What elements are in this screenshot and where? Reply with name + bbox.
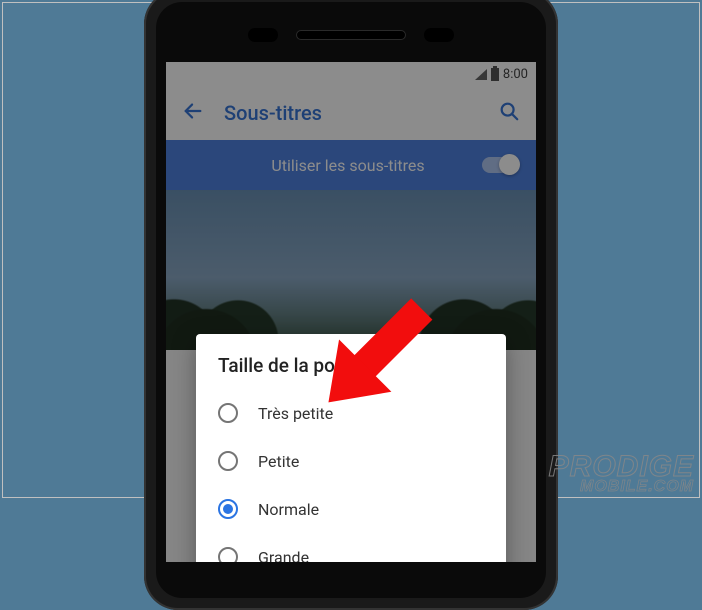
app-bar: Sous-titres	[166, 86, 536, 140]
back-icon[interactable]	[182, 100, 204, 126]
font-size-dialog: Taille de la police Très petite Petite N…	[196, 334, 506, 562]
page-title: Sous-titres	[224, 101, 478, 125]
option-petite[interactable]: Petite	[218, 437, 484, 485]
radio-icon	[218, 403, 238, 423]
use-subtitles-row[interactable]: Utiliser les sous-titres	[166, 140, 536, 190]
use-subtitles-label: Utiliser les sous-titres	[184, 156, 482, 175]
use-subtitles-switch[interactable]	[482, 157, 518, 173]
watermark: PRODIGE MOBILE.COM	[549, 453, 694, 494]
option-label: Petite	[258, 452, 299, 471]
option-label: Normale	[258, 500, 319, 519]
option-label: Très petite	[258, 404, 333, 423]
radio-icon	[218, 451, 238, 471]
radio-icon-selected	[218, 499, 238, 519]
status-time: 8:00	[503, 67, 528, 82]
phone-frame: 8:00 Sous-titres Utiliser les sous-titre…	[144, 0, 558, 610]
signal-icon	[475, 69, 487, 80]
radio-icon	[218, 547, 238, 562]
subtitle-preview	[166, 190, 536, 350]
phone-screen: 8:00 Sous-titres Utiliser les sous-titre…	[166, 62, 536, 562]
search-icon[interactable]	[498, 100, 520, 126]
dialog-title: Taille de la police	[218, 354, 484, 377]
phone-sensors	[162, 8, 540, 62]
option-grande[interactable]: Grande	[218, 533, 484, 562]
option-tres-petite[interactable]: Très petite	[218, 389, 484, 437]
status-bar: 8:00	[166, 62, 536, 86]
option-label: Grande	[258, 548, 309, 563]
option-normale[interactable]: Normale	[218, 485, 484, 533]
battery-icon	[491, 68, 499, 81]
watermark-line1: PRODIGE	[549, 453, 694, 480]
